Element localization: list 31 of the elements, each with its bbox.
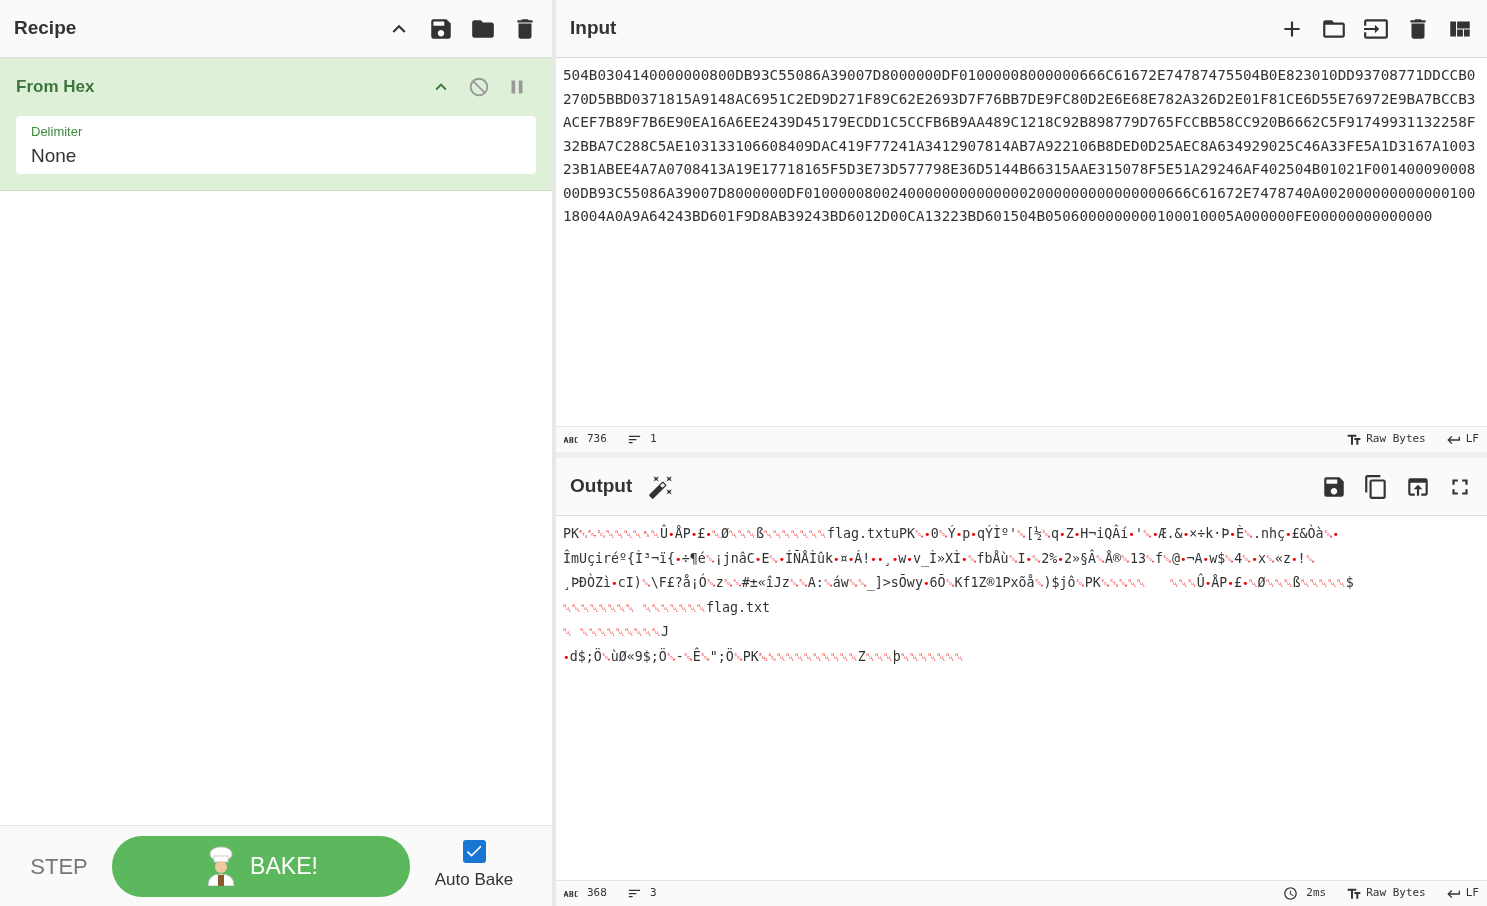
magic-wand-icon[interactable] xyxy=(648,473,675,500)
step-button[interactable]: STEP xyxy=(14,849,104,883)
output-line: ¸ÞÐÒZì•cI)␁\F£?å¡Ó␁z␁␁#±«îJz␁␁A:␁áw␁␁_]>sÕwy•6Õ␁Kf1Z®1Pxõå␁)$jô␁PK␁␂␁␀␀ ␀␀␀Û•ÅP•£•␀Ø␀␀␀ß␀␀␀␀␀$ xyxy=(563,572,1355,593)
input-title: Input xyxy=(570,16,618,41)
output-line: •d$;Ö␁ùØ«9$;Ö␁-␁Ê␁";Ö␁PK␅␆␀␀␀␀␀␀␀␀␀Z␀␀␀þ␀␀␀␀␀␀␀ xyxy=(563,646,965,666)
encoding-button[interactable]: Raw Bytes xyxy=(1346,431,1426,448)
field-value: None xyxy=(31,143,78,168)
output-line: ␀␀␀␀␀␀␀␀ ␀␀␀␀␀␀␀flag.txt xyxy=(563,598,772,617)
output-line: ␀ ␀␀␀␀␀␀␀␀␀J xyxy=(563,623,671,641)
length-count: 736 xyxy=(587,431,607,448)
encoding-button[interactable]: Raw Bytes xyxy=(1346,885,1426,902)
lines-count: 3 xyxy=(649,885,657,902)
delimiter-field[interactable]: Delimiter None xyxy=(16,116,536,174)
eol-button[interactable]: LF xyxy=(1445,431,1479,448)
auto-bake-label: Auto Bake xyxy=(434,868,514,891)
abc-icon xyxy=(564,890,579,897)
abc-icon xyxy=(564,436,579,443)
eol-button[interactable]: LF xyxy=(1445,885,1479,902)
recipe-title: Recipe xyxy=(14,16,78,41)
clock-icon xyxy=(1283,886,1299,901)
output-title: Output xyxy=(570,474,633,499)
operation-title: From Hex xyxy=(16,76,96,99)
output-line: PK␃␄␔␀␀␀␀␈␀Û•ÅP•£•␀Ø␀␀␀ß␀␀␀␀␀␀␀flag.txtuPK␁•0␁Ý•p•qÝÌº'␁[½␁q•Z•H¬iQÂí•'␁•Æ.&•×÷k·Þ•È␁.nhç•£&Òà␁• xyxy=(563,523,1341,543)
copy-icon[interactable] xyxy=(1363,473,1389,500)
input-text[interactable]: 504B0304140000000800DB93C55086A39007D8000000DF01000008000000666C61672E74787475504B0E823010DD93708771DDCCB0270D5BBD0371815A9148AC6951C2ED9D271F89C62E2693D7F76BB7DE9FC80D2E6E68E782A326D2E01F81CE6D55E76972E9BA7BCCB3ACEF7B89F7B6E90EA16A6EE2439D45179ECDD1C5CCFB6B9AA489C1218C92B898779D765FCCBB58CC920B6662C5F91749931132258F32BBA7C288C5AE103133106608409DAC419F77241A3412907814AB7A922106B8DED0D25AEC8A634929025C46A33FE5A1D3167A100323B1ABEE4A7A0708413A19E17718165F5D3E73D577798E36D5144B66315AAE315078F5E51A29246AF402504B01021F00140009000800DB93C55086A39007D8000000DF010000080024000000000000002000000000000000666C61672E7478740A00200000000000010018004A0A9A64243BD601F9D8AB39243BD6012D00CA13223BD601504B0506000000000100010005A000000FE00000000000000 xyxy=(563,64,1480,229)
lines-count: 1 xyxy=(649,431,657,448)
output-line: ÎmUçiréº{Ì³¬ï{•÷¶é␁¡jnâC•E␁•ÍÑÅÌûk•¤•Á!••¸•w•v_Ì»XÌ•␁fbÅù␁I•␁2%•2»§Â␁Å®␁13␁f␁@•¬A•w$␁4␁•x␁«z•!␁ xyxy=(563,548,1316,569)
bake-time: 2ms xyxy=(1306,885,1327,902)
auto-bake-checkbox[interactable] xyxy=(462,839,486,863)
length-count: 368 xyxy=(587,885,607,902)
field-label: Delimiter xyxy=(31,123,84,141)
